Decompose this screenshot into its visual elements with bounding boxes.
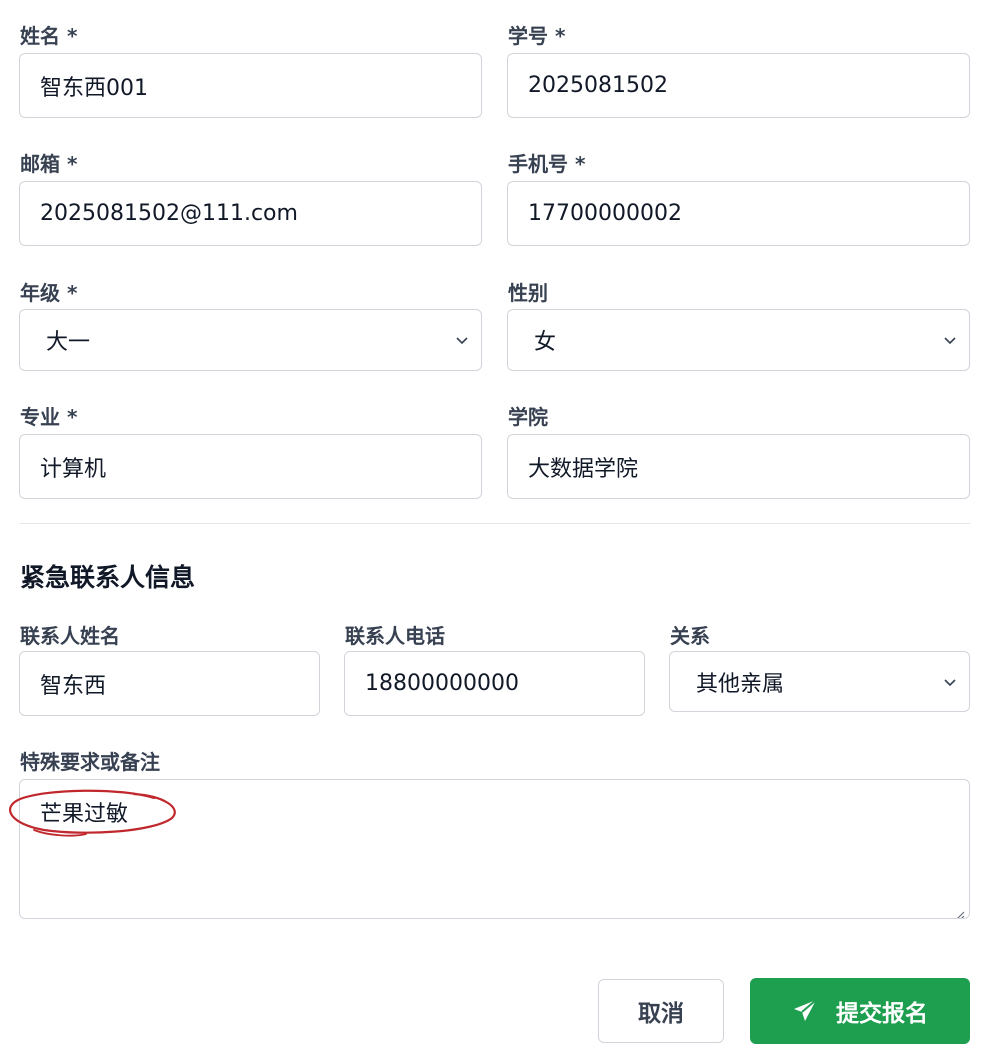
submit-label: 提交报名 bbox=[836, 1001, 928, 1027]
phone-label: 手机号 * bbox=[508, 152, 586, 176]
college-value: 大数据学院 bbox=[528, 456, 639, 482]
contact-phone-value: 18800000000 bbox=[365, 671, 519, 696]
cancel-label: 取消 bbox=[638, 1001, 684, 1027]
major-input[interactable]: 计算机 bbox=[19, 434, 482, 499]
contact-phone-input[interactable]: 18800000000 bbox=[344, 651, 645, 716]
relation-value: 其他亲属 bbox=[696, 671, 785, 697]
submit-button[interactable]: 提交报名 bbox=[750, 978, 970, 1044]
major-value: 计算机 bbox=[40, 456, 107, 482]
contact-name-value: 智东西 bbox=[40, 673, 107, 699]
relation-label: 关系 bbox=[670, 624, 710, 648]
contact-phone-label: 联系人电话 bbox=[345, 624, 445, 648]
student-id-input[interactable]: 2025081502 bbox=[507, 53, 970, 118]
student-id-label: 学号 * bbox=[508, 24, 566, 48]
chevron-down-icon bbox=[455, 333, 469, 347]
email-input[interactable]: 2025081502@111.com bbox=[19, 181, 482, 246]
college-input[interactable]: 大数据学院 bbox=[507, 434, 970, 499]
notes-value: 芒果过敏 bbox=[40, 802, 129, 827]
grade-value: 大一 bbox=[46, 330, 91, 355]
notes-label: 特殊要求或备注 bbox=[20, 750, 160, 774]
grade-select[interactable]: 大一 bbox=[19, 309, 482, 371]
emergency-section-title: 紧急联系人信息 bbox=[20, 563, 196, 592]
student-id-value: 2025081502 bbox=[528, 73, 668, 98]
name-input[interactable]: 智东西001 bbox=[19, 53, 482, 118]
grade-label: 年级 * bbox=[20, 281, 78, 305]
cancel-button[interactable]: 取消 bbox=[598, 979, 724, 1043]
notes-textarea[interactable]: 芒果过敏 bbox=[19, 779, 970, 919]
email-value: 2025081502@111.com bbox=[40, 201, 298, 226]
relation-select[interactable]: 其他亲属 bbox=[669, 651, 970, 712]
phone-input[interactable]: 17700000002 bbox=[507, 181, 970, 246]
college-label: 学院 bbox=[508, 405, 548, 429]
contact-name-label: 联系人姓名 bbox=[20, 624, 120, 648]
contact-name-input[interactable]: 智东西 bbox=[19, 651, 320, 716]
email-label: 邮箱 * bbox=[20, 152, 78, 176]
resize-handle-icon[interactable] bbox=[953, 902, 965, 918]
section-divider bbox=[20, 523, 970, 524]
major-label: 专业 * bbox=[20, 405, 78, 429]
chevron-down-icon bbox=[943, 333, 957, 347]
paper-plane-icon bbox=[792, 998, 818, 1024]
phone-value: 17700000002 bbox=[528, 201, 682, 226]
gender-label: 性别 bbox=[508, 281, 548, 305]
gender-select[interactable]: 女 bbox=[507, 309, 970, 371]
chevron-down-icon bbox=[943, 675, 957, 689]
gender-value: 女 bbox=[534, 330, 557, 355]
name-value: 智东西001 bbox=[40, 75, 148, 101]
name-label: 姓名 * bbox=[20, 24, 78, 48]
